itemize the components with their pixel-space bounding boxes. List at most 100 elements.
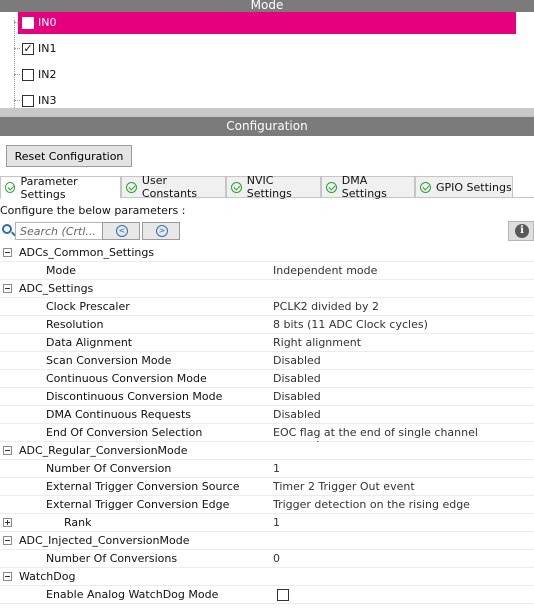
parameter-value[interactable]: Disabled — [273, 408, 321, 421]
tab-label: NVIC Settings — [246, 174, 292, 200]
configure-parameters-label: Configure the below parameters : — [0, 204, 186, 217]
check-circle-icon — [5, 182, 16, 193]
collapse-icon[interactable] — [3, 536, 12, 545]
parameter-value[interactable]: Trigger detection on the rising edge — [273, 498, 470, 511]
tab-user-constants[interactable]: User Constants — [121, 174, 226, 200]
tab-gpio-settings[interactable]: GPIO Settings — [415, 176, 513, 198]
reset-configuration-button[interactable]: Reset Configuration — [6, 145, 132, 167]
parameter-value[interactable]: Independent mode — [273, 264, 377, 277]
parameter-row[interactable]: Number Of Conversions 0 — [0, 550, 534, 568]
parameter-value[interactable]: PCLK2 divided by 2 — [273, 300, 379, 313]
group-name: ADCs_Common_Settings — [19, 246, 155, 259]
collapse-icon[interactable] — [3, 446, 12, 455]
parameter-name: Clock Prescaler — [46, 300, 130, 313]
tab-label: User Constants — [141, 174, 198, 200]
collapse-icon[interactable] — [3, 572, 12, 581]
mode-item-in0[interactable]: IN0 — [14, 12, 516, 34]
parameter-value[interactable]: 1 — [273, 462, 280, 475]
mode-checkbox[interactable]: ✓ — [22, 43, 34, 55]
tree-connector — [14, 74, 20, 75]
search-toolbar: < > i — [0, 221, 534, 241]
group-name: ADC_Injected_ConversionMode — [19, 534, 190, 547]
chevron-left-icon: < — [116, 225, 128, 237]
check-circle-icon — [126, 181, 137, 193]
parameter-group-row[interactable]: ADC_Injected_ConversionMode — [0, 532, 534, 550]
mode-checkbox[interactable] — [22, 17, 34, 29]
tab-dma-settings[interactable]: DMA Settings — [321, 174, 415, 200]
mode-item-label: IN1 — [38, 42, 57, 55]
check-circle-icon — [420, 181, 431, 193]
parameter-name: DMA Continuous Requests — [46, 408, 192, 421]
parameter-row[interactable]: End Of Conversion Selection EOC flag at t… — [0, 424, 534, 452]
mode-checkbox[interactable] — [22, 95, 34, 107]
tab-label: Parameter Settings — [20, 174, 78, 201]
tab-nvic-settings[interactable]: NVIC Settings — [226, 174, 321, 200]
check-circle-icon — [231, 181, 242, 193]
parameter-name: Continuous Conversion Mode — [46, 372, 207, 385]
expand-icon[interactable] — [3, 518, 12, 527]
parameter-row[interactable]: Clock Prescaler PCLK2 divided by 2 — [0, 298, 534, 316]
parameter-value[interactable]: Disabled — [273, 372, 321, 385]
parameter-row[interactable]: Discontinuous Conversion Mode Disabled — [0, 388, 534, 406]
mode-item-in2[interactable]: IN2 — [14, 64, 514, 86]
info-button[interactable]: i — [508, 221, 534, 241]
parameter-value[interactable]: 8 bits (11 ADC Clock cycles) — [273, 318, 428, 331]
parameter-row[interactable]: Resolution 8 bits (11 ADC Clock cycles) — [0, 316, 534, 334]
tree-connector — [14, 100, 20, 101]
parameter-checkbox[interactable] — [277, 589, 289, 601]
parameter-value[interactable]: 0 — [273, 552, 280, 565]
parameter-row[interactable]: External Trigger Conversion Edge Trigger … — [0, 496, 534, 514]
mode-item-label: IN3 — [38, 94, 57, 107]
search-next-button[interactable]: > — [142, 222, 180, 240]
search-icon[interactable] — [2, 224, 12, 234]
mode-checkbox[interactable] — [22, 69, 34, 81]
parameter-name: Resolution — [46, 318, 104, 331]
parameter-name: External Trigger Conversion Source — [46, 480, 240, 493]
parameter-value[interactable]: Timer 2 Trigger Out event — [273, 480, 415, 493]
parameter-row[interactable]: Continuous Conversion Mode Disabled — [0, 370, 534, 388]
parameter-row[interactable]: Rank 1 — [0, 514, 534, 532]
info-icon: i — [515, 224, 529, 238]
tree-connector — [14, 48, 20, 49]
check-circle-icon — [326, 181, 337, 193]
parameter-name: Rank — [64, 516, 92, 529]
mode-tree: IN0 ✓ IN1 IN2 IN3 — [0, 12, 534, 108]
tab-label: GPIO Settings — [436, 180, 512, 194]
tab-parameter-settings[interactable]: Parameter Settings — [0, 174, 121, 201]
parameter-value[interactable]: 1 — [273, 516, 280, 529]
parameter-group-row[interactable]: ADC_Settings — [0, 280, 534, 298]
parameter-group-row[interactable]: ADC_Regular_ConversionMode — [0, 442, 534, 460]
chevron-right-icon: > — [156, 225, 168, 237]
parameter-row[interactable]: DMA Continuous Requests Disabled — [0, 406, 534, 424]
collapse-icon[interactable] — [3, 284, 12, 293]
mode-item-in1[interactable]: ✓ IN1 — [14, 38, 514, 60]
tree-connector — [14, 22, 20, 23]
mode-item-label: IN2 — [38, 68, 57, 81]
parameter-group-row[interactable]: WatchDog — [0, 568, 534, 586]
parameter-row[interactable]: Enable Analog WatchDog Mode — [0, 586, 534, 604]
parameter-row[interactable]: Number Of Conversion 1 — [0, 460, 534, 478]
search-input[interactable] — [15, 222, 114, 240]
parameter-row[interactable]: External Trigger Conversion Source Timer … — [0, 478, 534, 496]
collapse-icon[interactable] — [3, 248, 12, 257]
parameter-value[interactable]: Disabled — [273, 390, 321, 403]
parameter-row[interactable]: Mode Independent mode — [0, 262, 534, 280]
splitter-bar[interactable] — [0, 108, 534, 117]
parameter-name: End Of Conversion Selection — [46, 426, 203, 439]
group-name: ADC_Settings — [19, 282, 94, 295]
parameter-table: ADCs_Common_Settings Mode Independent mode… — [0, 244, 534, 604]
parameter-value[interactable]: Right alignment — [273, 336, 361, 349]
group-name: WatchDog — [19, 570, 76, 583]
parameter-name: Number Of Conversion — [46, 462, 172, 475]
mode-item-label: IN0 — [38, 16, 57, 29]
configuration-tabs: Parameter Settings User Constants NVIC Set… — [0, 174, 534, 201]
selection-highlight — [18, 12, 516, 34]
parameter-group-row[interactable]: ADCs_Common_Settings — [0, 244, 534, 262]
search-previous-button[interactable]: < — [102, 222, 140, 240]
parameter-row[interactable]: Scan Conversion Mode Disabled — [0, 352, 534, 370]
parameter-row[interactable]: Data Alignment Right alignment — [0, 334, 534, 352]
mode-panel-header: Mode — [0, 0, 534, 12]
parameter-value[interactable]: Disabled — [273, 354, 321, 367]
mode-item-in3[interactable]: IN3 — [14, 90, 514, 108]
parameter-name: Data Alignment — [46, 336, 133, 349]
